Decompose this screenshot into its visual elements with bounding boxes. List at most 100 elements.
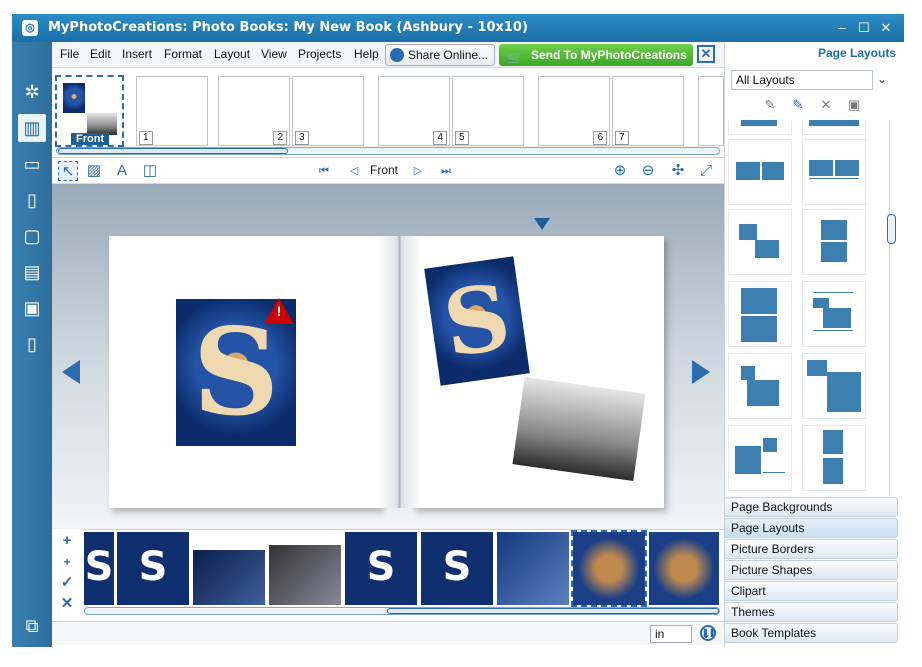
save-icon[interactable]: ▣: [845, 96, 863, 114]
layout-tile[interactable]: [729, 210, 791, 274]
zoom-in-icon[interactable]: ⊕: [610, 161, 630, 181]
right-photo-1[interactable]: S: [424, 256, 530, 386]
fit-icon[interactable]: ✣: [668, 161, 688, 181]
menu-format[interactable]: Format: [164, 47, 202, 61]
menu-layout[interactable]: Layout: [214, 47, 250, 61]
close-icon[interactable]: ✕: [878, 20, 894, 36]
unit-select[interactable]: in ⌄: [650, 625, 711, 643]
layout-tile[interactable]: [729, 282, 791, 346]
page-number: 1: [139, 131, 153, 145]
spread-icon[interactable]: ▭: [18, 150, 46, 178]
scroll-thumb[interactable]: [58, 148, 288, 154]
tab-picture-borders[interactable]: Picture Borders: [724, 539, 898, 559]
layouts-scrollbar[interactable]: [887, 120, 896, 496]
tab-clipart[interactable]: Clipart: [724, 581, 898, 601]
menu-file[interactable]: File: [60, 47, 79, 61]
page-thumb[interactable]: 6: [538, 76, 610, 146]
scroll-thumb[interactable]: [887, 214, 896, 244]
front-cover-thumb[interactable]: Front: [55, 75, 124, 147]
tab-page-backgrounds[interactable]: Page Backgrounds: [724, 497, 898, 517]
layout-tile[interactable]: [803, 120, 865, 134]
tray-photo[interactable]: [649, 532, 719, 605]
add-text-icon[interactable]: A: [112, 161, 132, 181]
delete-icon[interactable]: ✕: [817, 96, 835, 114]
tray-photo-selected[interactable]: [571, 530, 647, 607]
remove-icon[interactable]: ✕: [58, 595, 76, 613]
tray-photo[interactable]: [497, 532, 569, 605]
close-panel-icon[interactable]: ✕: [697, 45, 715, 63]
next-page-icon[interactable]: ▷: [408, 161, 428, 181]
layout-tile[interactable]: [803, 282, 865, 346]
layout-tile[interactable]: [803, 354, 865, 418]
page-thumb[interactable]: 1: [136, 76, 208, 146]
card-icon[interactable]: ▢: [18, 222, 46, 250]
layout-tile[interactable]: [729, 140, 791, 204]
send-button[interactable]: 🛒 Send To MyPhotoCreations: [499, 44, 693, 66]
page-thumb[interactable]: 4: [378, 76, 450, 146]
menu-edit[interactable]: Edit: [90, 47, 111, 61]
prev-spread-icon[interactable]: [62, 360, 80, 384]
tray-photo[interactable]: [193, 550, 265, 605]
check-icon[interactable]: ✓: [58, 574, 76, 592]
book-icon[interactable]: ▥: [18, 114, 46, 142]
tab-page-layouts[interactable]: Page Layouts: [724, 518, 898, 538]
pencil-icon[interactable]: ✎: [761, 96, 779, 114]
page-thumb[interactable]: 2: [218, 76, 290, 146]
zoom-out-icon[interactable]: ⊖: [638, 161, 658, 181]
tab-book-templates[interactable]: Book Templates: [724, 623, 898, 643]
next-spread-icon[interactable]: [692, 360, 710, 384]
page-thumb[interactable]: [698, 76, 724, 146]
tray-photo[interactable]: S: [117, 532, 189, 605]
right-photo-2[interactable]: [512, 376, 646, 482]
add-photo-tray-icon[interactable]: +: [58, 532, 76, 550]
warning-icon[interactable]: !: [264, 298, 294, 324]
menu-view[interactable]: View: [261, 47, 287, 61]
tray-photo[interactable]: S: [84, 532, 114, 605]
layout-tile[interactable]: [729, 120, 791, 134]
layout-tile[interactable]: [729, 426, 791, 490]
page-thumb[interactable]: 3: [292, 76, 364, 146]
maximize-icon[interactable]: ☐: [856, 20, 872, 36]
first-page-icon[interactable]: ⏮: [314, 161, 334, 181]
add-photo-icon[interactable]: ▨: [84, 161, 104, 181]
layout-filter-select[interactable]: All Layouts: [731, 70, 873, 90]
tray-photo[interactable]: S: [345, 532, 417, 605]
page-number: 5: [455, 131, 469, 145]
chevron-down-icon[interactable]: ⌄: [877, 72, 887, 86]
expand-icon[interactable]: ⤢: [696, 161, 716, 181]
scroll-thumb[interactable]: [387, 608, 719, 614]
share-online-button[interactable]: Share Online...: [385, 44, 495, 66]
tab-picture-shapes[interactable]: Picture Shapes: [724, 560, 898, 580]
page-icon[interactable]: ▯: [18, 330, 46, 358]
tray-photo[interactable]: [269, 545, 341, 605]
add-frame-icon[interactable]: ◫: [140, 161, 160, 181]
calendar-icon[interactable]: ▯: [18, 186, 46, 214]
settings-icon[interactable]: ✲: [18, 78, 46, 106]
window-title: MyPhotoCreations: Photo Books: My New Bo…: [48, 20, 528, 35]
unit-value: in: [655, 627, 665, 641]
last-page-icon[interactable]: ⏭: [436, 161, 456, 181]
page-thumb[interactable]: 5: [452, 76, 524, 146]
page-thumb[interactable]: 7: [612, 76, 684, 146]
page-marker-icon: [534, 218, 550, 230]
page-strip-scrollbar[interactable]: [56, 147, 720, 155]
layout-tile[interactable]: [803, 140, 865, 204]
menu-help[interactable]: Help: [354, 47, 379, 61]
pause-icon[interactable]: ❚❚: [700, 625, 716, 641]
minimize-icon[interactable]: –: [834, 20, 850, 36]
print-icon[interactable]: ▣: [18, 294, 46, 322]
pointer-icon[interactable]: ↖: [58, 161, 78, 181]
layout-tile[interactable]: [729, 354, 791, 418]
edit-icon[interactable]: ✎: [789, 96, 807, 114]
tray-scrollbar[interactable]: [84, 607, 720, 615]
prev-page-icon[interactable]: ◁: [344, 161, 364, 181]
menu-projects[interactable]: Projects: [298, 47, 341, 61]
menu-insert[interactable]: Insert: [122, 47, 152, 61]
add-folder-icon[interactable]: +: [58, 553, 76, 571]
tab-themes[interactable]: Themes: [724, 602, 898, 622]
tray-photo[interactable]: S: [421, 532, 493, 605]
layout-tile[interactable]: [803, 426, 865, 490]
stack-icon[interactable]: ▤: [18, 258, 46, 286]
copy-pages-icon[interactable]: ⧉: [18, 612, 46, 640]
layout-tile[interactable]: [803, 210, 865, 274]
